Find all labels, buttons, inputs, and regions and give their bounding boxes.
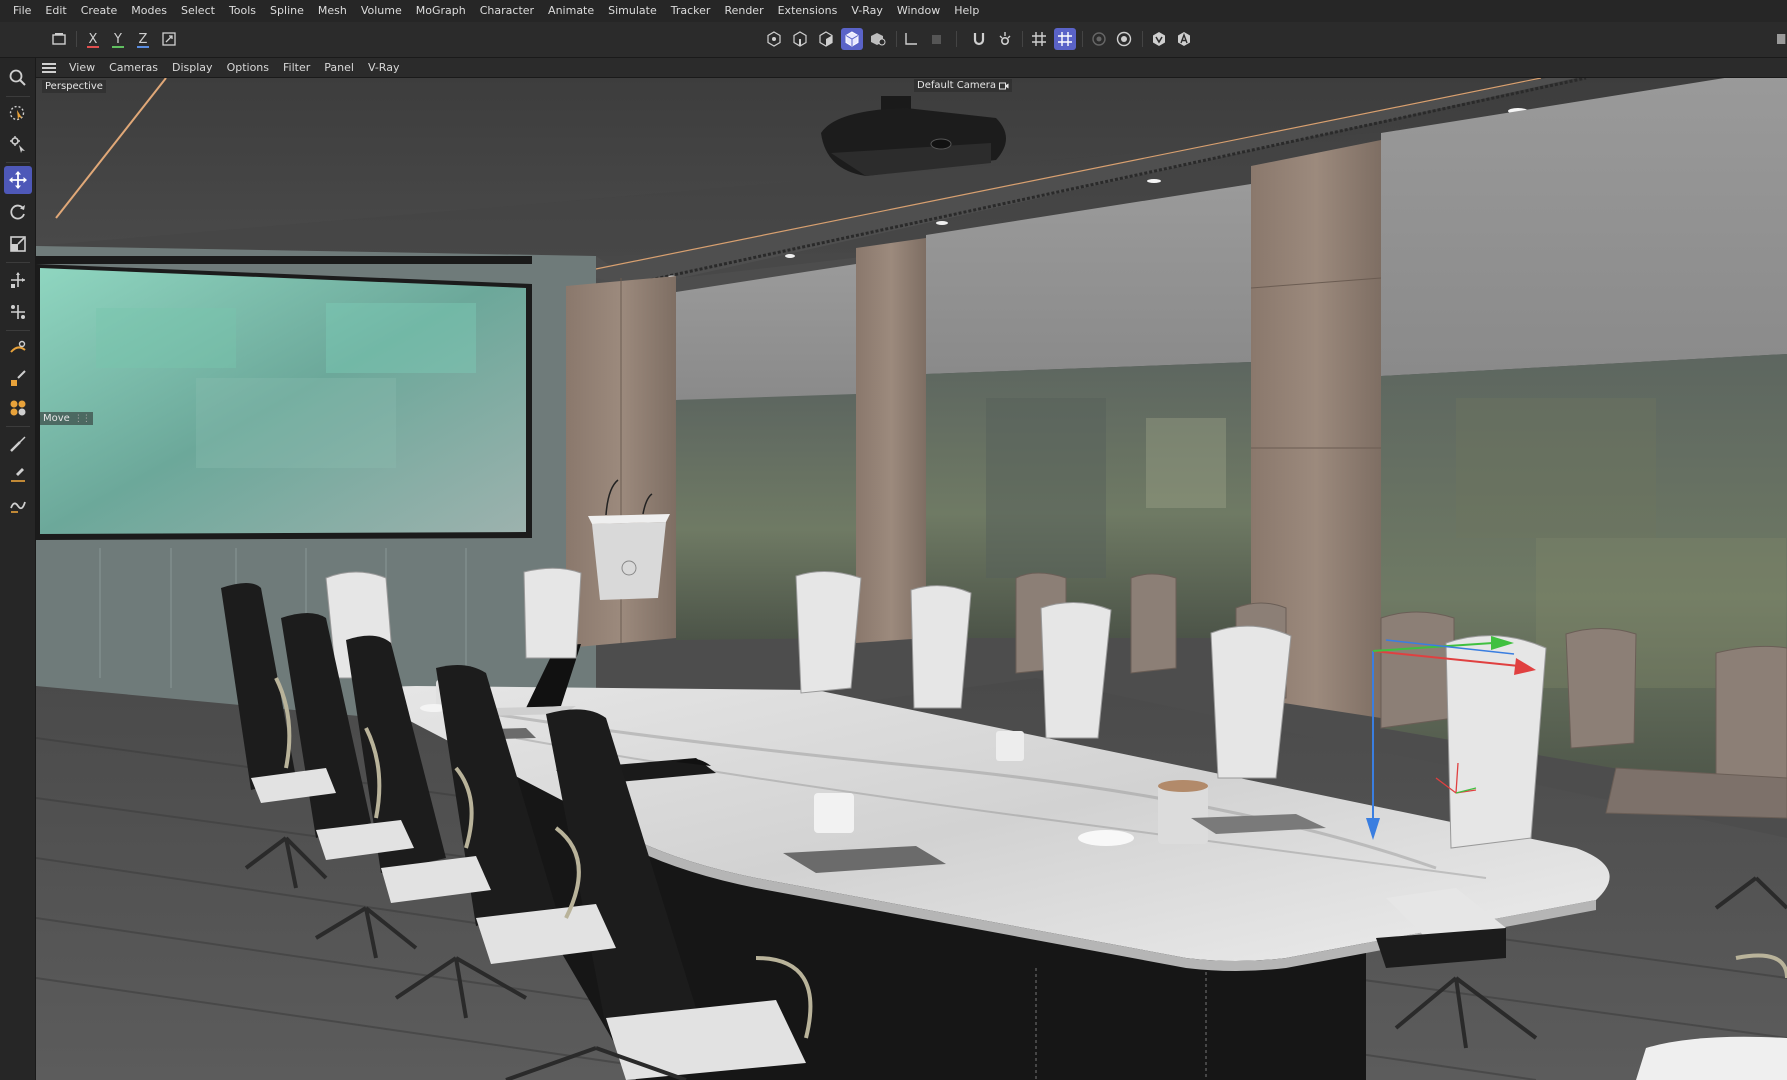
menu-window[interactable]: Window [890, 0, 947, 22]
main-menubar: File Edit Create Modes Select Tools Spli… [0, 0, 1787, 22]
viewport-menu-view[interactable]: View [62, 61, 102, 74]
left-tool-palette [0, 58, 36, 1080]
menu-extensions[interactable]: Extensions [771, 0, 845, 22]
workplane-icon[interactable] [1054, 28, 1076, 50]
menu-spline[interactable]: Spline [263, 0, 311, 22]
magnet-icon[interactable] [4, 334, 32, 362]
scene-render[interactable] [36, 78, 1787, 1080]
live-selection-icon[interactable] [4, 100, 32, 128]
menu-vray[interactable]: V-Ray [844, 0, 890, 22]
coordinate-system-icon[interactable] [158, 28, 180, 50]
menu-select[interactable]: Select [174, 0, 222, 22]
selection-settings-icon[interactable] [4, 130, 32, 158]
drag-handle-icon[interactable]: ⋮⋮ [74, 414, 91, 424]
main-toolbar: X Y Z [0, 22, 1787, 58]
viewport-menubar: View Cameras Display Options Filter Pane… [36, 58, 1787, 78]
undo-stack-icon[interactable] [48, 28, 70, 50]
perspective-viewport[interactable]: Perspective Default Camera Move ⋮⋮ [36, 78, 1787, 1080]
viewport-projection-label[interactable]: Perspective [42, 80, 106, 93]
menu-render[interactable]: Render [717, 0, 770, 22]
viewport-camera-label[interactable]: Default Camera [914, 79, 1012, 92]
menu-create[interactable]: Create [74, 0, 125, 22]
vray-icon[interactable] [1148, 28, 1170, 50]
transform-icon[interactable] [4, 266, 32, 294]
viewport-menu-panel[interactable]: Panel [317, 61, 361, 74]
render-region-icon[interactable] [1088, 28, 1110, 50]
menu-edit[interactable]: Edit [38, 0, 73, 22]
move-icon[interactable] [4, 166, 32, 194]
rotate-icon[interactable] [4, 198, 32, 226]
menu-tracker[interactable]: Tracker [664, 0, 718, 22]
menu-mesh[interactable]: Mesh [311, 0, 354, 22]
soft-transform-icon[interactable] [4, 298, 32, 326]
menu-tools[interactable]: Tools [222, 0, 263, 22]
snap-magnet-icon[interactable] [968, 28, 990, 50]
polygons-mode-icon[interactable] [815, 28, 837, 50]
camera-icon [998, 82, 1009, 89]
menu-mograph[interactable]: MoGraph [409, 0, 473, 22]
search-icon[interactable] [4, 64, 32, 92]
menu-character[interactable]: Character [473, 0, 541, 22]
axis-mode-icon[interactable] [900, 28, 922, 50]
menu-file[interactable]: File [6, 0, 38, 22]
viewport-hamburger-icon[interactable] [42, 62, 56, 73]
z-axis-lock-button[interactable]: Z [132, 28, 154, 50]
menu-help[interactable]: Help [947, 0, 986, 22]
viewport-menu-cameras[interactable]: Cameras [102, 61, 165, 74]
object-mode-icon[interactable] [841, 28, 863, 50]
vray-asset-icon[interactable] [1173, 28, 1195, 50]
deformer-icon[interactable] [4, 394, 32, 422]
spline-pen-icon[interactable] [4, 490, 32, 518]
menu-modes[interactable]: Modes [124, 0, 174, 22]
y-axis-lock-button[interactable]: Y [107, 28, 129, 50]
texture-mode-icon[interactable] [867, 28, 889, 50]
snap-settings-icon[interactable] [994, 28, 1016, 50]
viewport-menu-vray[interactable]: V-Ray [361, 61, 407, 74]
scale-icon[interactable] [4, 230, 32, 258]
sculpt-icon[interactable] [4, 430, 32, 458]
tweak-mode-icon[interactable] [925, 28, 947, 50]
menu-volume[interactable]: Volume [354, 0, 409, 22]
viewport-menu-filter[interactable]: Filter [276, 61, 317, 74]
active-tool-hud[interactable]: Move ⋮⋮ [40, 412, 93, 425]
points-mode-icon[interactable] [763, 28, 785, 50]
projection-screen [36, 256, 532, 540]
viewport-menu-options[interactable]: Options [220, 61, 276, 74]
viewport-menu-display[interactable]: Display [165, 61, 220, 74]
menu-animate[interactable]: Animate [541, 0, 601, 22]
edges-mode-icon[interactable] [789, 28, 811, 50]
grid-icon[interactable] [1028, 28, 1050, 50]
menu-simulate[interactable]: Simulate [601, 0, 664, 22]
camera-name: Default Camera [917, 80, 996, 91]
active-tool-name: Move [43, 413, 70, 424]
layout-edge-icon[interactable] [1772, 28, 1787, 50]
render-settings-icon[interactable] [1113, 28, 1135, 50]
brush-icon[interactable] [4, 364, 32, 392]
pen-icon[interactable] [4, 460, 32, 488]
x-axis-lock-button[interactable]: X [82, 28, 104, 50]
